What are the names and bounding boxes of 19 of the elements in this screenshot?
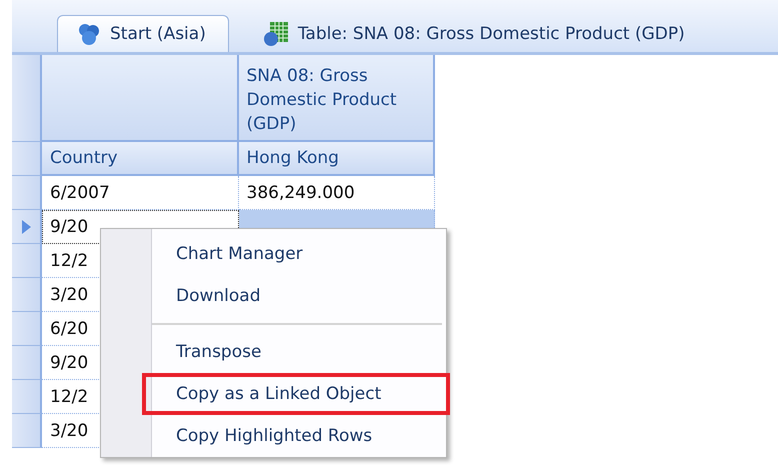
table-cell: 6/2007 xyxy=(42,176,238,210)
table-cell: 386,249.000 xyxy=(238,176,435,210)
menu-item[interactable]: Copy as a Linked Object xyxy=(142,373,450,415)
tab[interactable]: Table: SNA 08: Gross Domestic Product (GDP) xyxy=(242,15,708,52)
globe-icon xyxy=(76,21,102,47)
current-row-icon xyxy=(22,220,30,234)
row-header[interactable] xyxy=(12,210,42,244)
row-header[interactable] xyxy=(12,380,42,414)
table-icon xyxy=(262,20,290,48)
column-header: SNA 08: Gross Domestic Product (GDP) xyxy=(238,55,435,142)
row-header[interactable] xyxy=(12,176,42,210)
column-header: Hong Kong xyxy=(238,142,435,176)
column-header: Country xyxy=(42,142,238,176)
row-header[interactable] xyxy=(12,278,42,312)
row-header[interactable] xyxy=(12,414,42,448)
row-header[interactable] xyxy=(12,312,42,346)
row-header[interactable] xyxy=(12,244,42,278)
tab[interactable]: Start (Asia) xyxy=(57,15,229,52)
row-header[interactable] xyxy=(12,346,42,380)
